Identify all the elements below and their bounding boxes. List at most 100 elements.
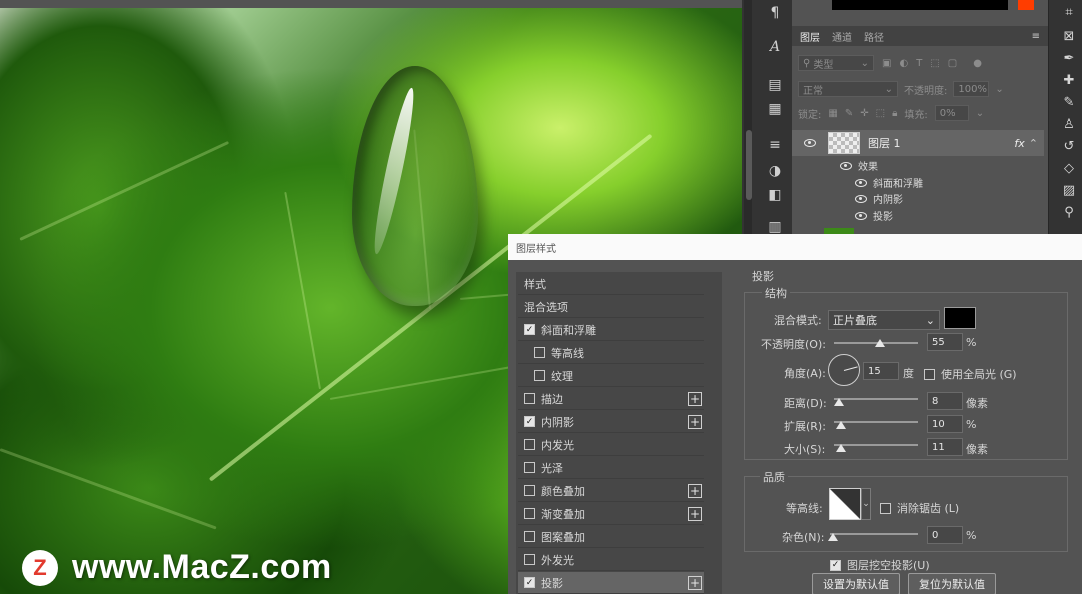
style-item[interactable]: ✓ 内阴影 <box>518 411 704 433</box>
style-checkbox[interactable] <box>524 393 535 404</box>
healing-brush-icon[interactable]: ✚ <box>1058 70 1080 90</box>
lock-paint-icon[interactable]: ✎ <box>845 108 853 119</box>
reset-default-button[interactable]: 复位为默认值 <box>908 573 996 594</box>
style-checkbox[interactable] <box>534 370 545 381</box>
style-item[interactable]: 描边 <box>518 388 704 410</box>
distance-slider-track[interactable] <box>834 398 918 400</box>
style-item[interactable]: 等高线 <box>518 342 704 364</box>
style-checkbox[interactable] <box>524 531 535 542</box>
gradient-tool-icon[interactable]: ▨ <box>1058 180 1080 200</box>
antialias-checkbox-row[interactable]: 消除锯齿 (L) <box>880 500 959 516</box>
layer-opacity-input[interactable]: 100% <box>953 81 990 97</box>
knockout-checkbox-row[interactable]: ✓ 图层挖空投影(U) <box>830 557 930 573</box>
distance-slider-knob[interactable] <box>834 398 844 406</box>
blend-mode-select[interactable]: 正片叠底 ⌄ <box>828 310 940 330</box>
fx-badge-icon[interactable]: fx <box>1014 137 1024 150</box>
style-checkbox[interactable] <box>524 508 535 519</box>
eyedropper-tool-icon[interactable]: ✒ <box>1058 48 1080 68</box>
spread-input[interactable]: 10 <box>927 415 963 433</box>
lock-transparent-icon[interactable]: ▦ <box>828 108 837 119</box>
filter-adjustment-icon[interactable]: ◐ <box>899 58 908 69</box>
effects-group-row[interactable]: 效果 <box>840 158 878 173</box>
paragraph-icon[interactable]: ¶ <box>762 2 788 24</box>
adjustments-icon[interactable]: ≡ <box>762 134 788 156</box>
opacity-slider-knob[interactable] <box>875 339 885 347</box>
layer-row-layer1[interactable]: 图层 1 fx ⌃ <box>792 130 1044 156</box>
style-checkbox[interactable]: ✓ <box>524 416 535 427</box>
effect-row-inner-shadow[interactable]: 内阴影 <box>855 191 903 206</box>
add-style-instance-button[interactable]: + <box>688 507 702 521</box>
style-checkbox[interactable] <box>534 347 545 358</box>
brush-tool-icon[interactable]: ✎ <box>1058 92 1080 112</box>
filter-pixel-icon[interactable]: ▣ <box>882 58 891 69</box>
tab-layers[interactable]: 图层 <box>800 29 820 44</box>
lock-all-icon[interactable]: 🔒︎ <box>892 108 897 119</box>
noise-slider-track[interactable] <box>830 533 918 535</box>
style-item[interactable]: 样式 <box>518 273 704 295</box>
effect-row-bevel[interactable]: 斜面和浮雕 <box>855 175 923 190</box>
style-checkbox[interactable]: ✓ <box>524 577 535 588</box>
style-checkbox[interactable] <box>524 554 535 565</box>
visibility-eye-icon[interactable] <box>804 139 816 147</box>
scrollbar-thumb[interactable] <box>746 130 752 200</box>
chevron-down-icon[interactable]: ⌄ <box>976 108 984 119</box>
visibility-eye-icon[interactable] <box>855 211 867 220</box>
chevron-up-icon[interactable]: ⌃ <box>1029 137 1038 150</box>
style-checkbox[interactable]: ✓ <box>524 324 535 335</box>
visibility-eye-icon[interactable] <box>855 194 867 203</box>
filter-shape-icon[interactable]: ⬚ <box>930 58 939 69</box>
notes-icon[interactable]: ▦ <box>762 98 788 120</box>
style-checkbox[interactable] <box>524 485 535 496</box>
style-item[interactable]: 渐变叠加 <box>518 503 704 525</box>
canvas-scrollbar[interactable] <box>744 0 752 262</box>
style-item[interactable]: 纹理 <box>518 365 704 387</box>
shadow-color-swatch[interactable] <box>944 307 976 329</box>
fill-input[interactable]: 0% <box>934 105 969 121</box>
style-checkbox[interactable] <box>524 462 535 473</box>
glyphs-icon[interactable]: ▤ <box>762 74 788 96</box>
visibility-eye-icon[interactable] <box>855 178 867 187</box>
spread-slider-knob[interactable] <box>836 421 846 429</box>
layer-blend-mode-select[interactable]: 正常 ⌄ <box>798 81 898 97</box>
foreground-color-swatch[interactable] <box>1018 0 1034 10</box>
style-item[interactable]: 内发光 <box>518 434 704 456</box>
panel-menu-icon[interactable]: ≡ <box>1032 31 1040 42</box>
add-style-instance-button[interactable]: + <box>688 415 702 429</box>
contour-preview[interactable] <box>829 488 861 520</box>
lock-artboard-icon[interactable]: ⬚ <box>876 108 885 119</box>
style-item[interactable]: ✓ 投影 <box>518 572 704 594</box>
global-light-checkbox-row[interactable]: 使用全局光 (G) <box>924 366 1017 382</box>
kind-filter-select[interactable]: ⚲ 类型 ⌄ <box>798 55 874 71</box>
size-slider-knob[interactable] <box>836 444 846 452</box>
blur-tool-icon[interactable]: ⚲ <box>1058 202 1080 222</box>
tab-channels[interactable]: 通道 <box>832 29 852 44</box>
knockout-checkbox[interactable]: ✓ <box>830 559 841 571</box>
crop-tool-icon[interactable]: ⌗ <box>1058 2 1080 22</box>
angle-dial[interactable] <box>828 354 860 386</box>
style-item[interactable]: 颜色叠加 <box>518 480 704 502</box>
style-item[interactable]: 混合选项 <box>518 296 704 318</box>
style-checkbox[interactable] <box>524 439 535 450</box>
add-style-instance-button[interactable]: + <box>688 576 702 590</box>
style-item[interactable]: 外发光 <box>518 549 704 571</box>
noise-input[interactable]: 0 <box>927 526 963 544</box>
style-item[interactable]: ✓ 斜面和浮雕 <box>518 319 704 341</box>
size-input[interactable]: 11 <box>927 438 963 456</box>
make-default-button[interactable]: 设置为默认值 <box>812 573 900 594</box>
stamp-tool-icon[interactable]: ♙ <box>1058 114 1080 134</box>
style-item[interactable]: 图案叠加 <box>518 526 704 548</box>
distance-input[interactable]: 8 <box>927 392 963 410</box>
color-ramp[interactable] <box>832 0 1008 10</box>
spread-slider-track[interactable] <box>834 421 918 423</box>
styles-icon[interactable]: ◑ <box>762 160 788 182</box>
add-style-instance-button[interactable]: + <box>688 484 702 498</box>
antialias-checkbox[interactable] <box>880 502 891 514</box>
add-style-instance-button[interactable]: + <box>688 392 702 406</box>
visibility-eye-icon[interactable] <box>840 161 852 170</box>
size-slider-track[interactable] <box>834 444 918 446</box>
chevron-down-icon[interactable]: ⌄ <box>861 488 871 520</box>
character-icon[interactable]: A <box>762 36 788 58</box>
history-brush-icon[interactable]: ↺ <box>1058 136 1080 156</box>
global-light-checkbox[interactable] <box>924 368 935 380</box>
style-item[interactable]: 光泽 <box>518 457 704 479</box>
